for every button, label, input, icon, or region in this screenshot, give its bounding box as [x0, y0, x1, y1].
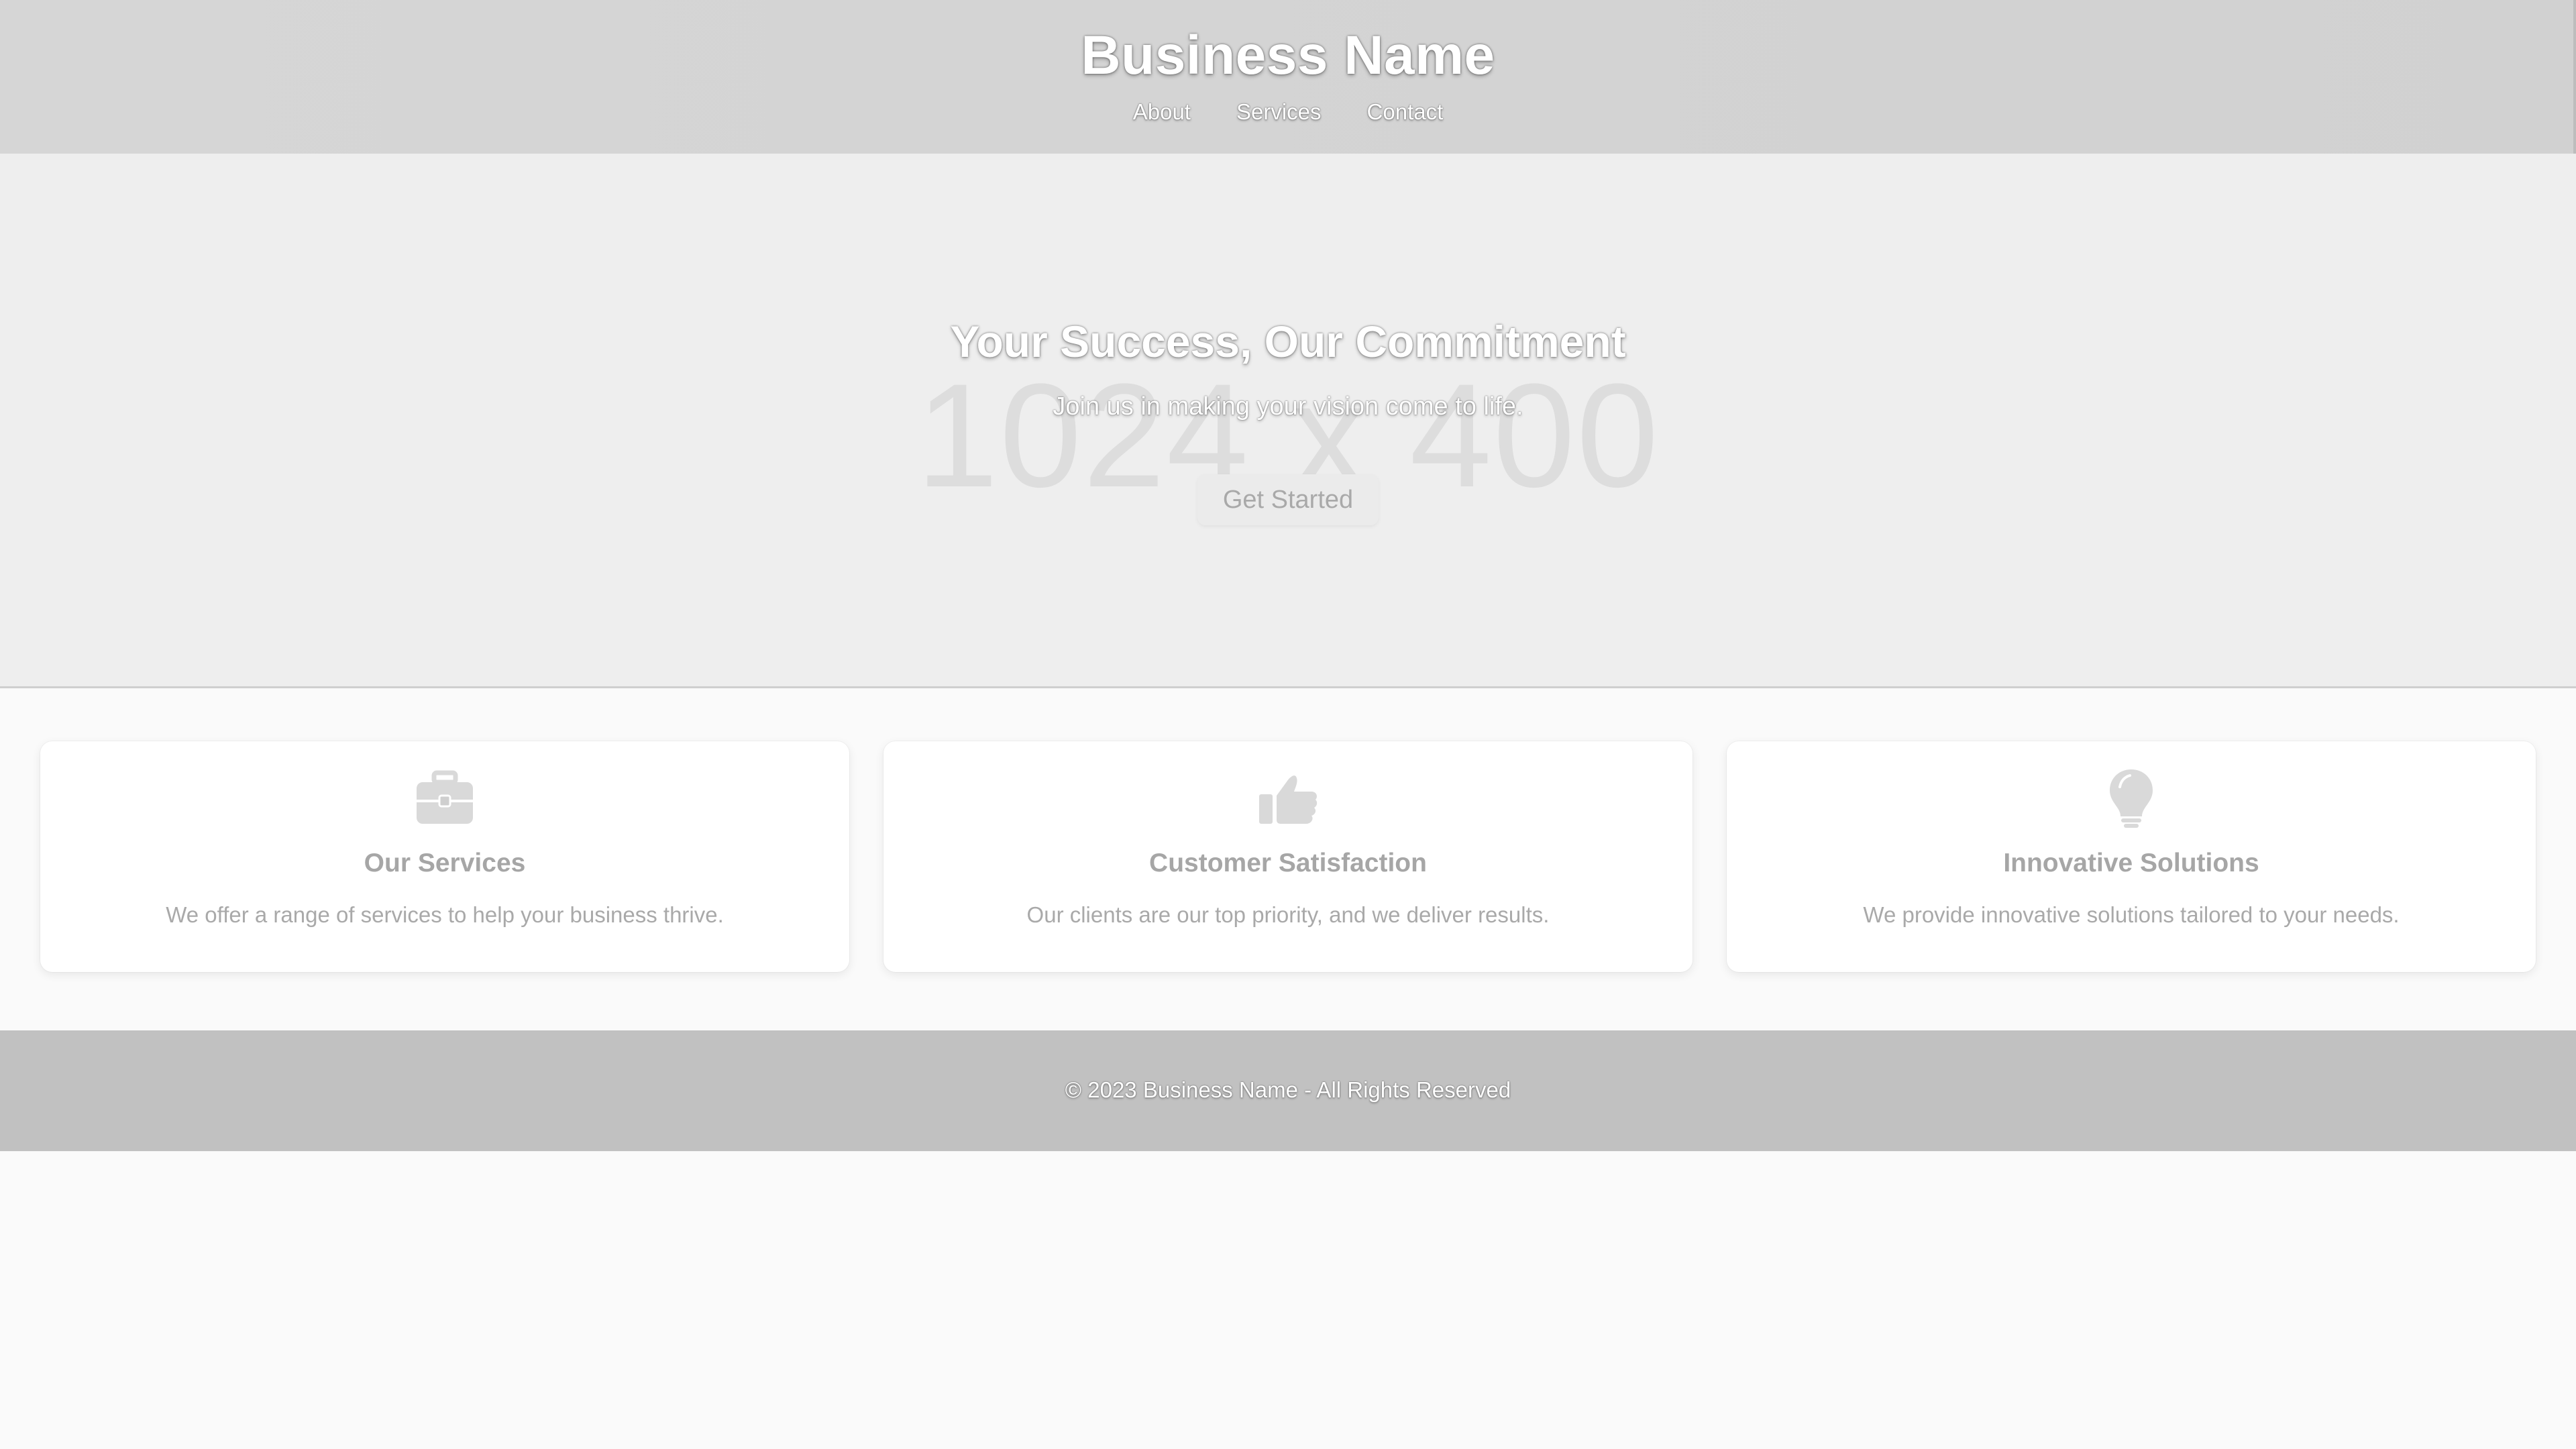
features-section: Our Services We offer a range of service… — [40, 741, 2536, 972]
feature-text: We provide innovative solutions tailored… — [1863, 902, 2400, 927]
feature-card-satisfaction: Customer Satisfaction Our clients are ou… — [883, 741, 1693, 972]
nav-services-link[interactable]: Services — [1236, 99, 1322, 125]
window-edge — [2573, 0, 2576, 154]
get-started-button[interactable]: Get Started — [1197, 474, 1379, 525]
feature-text: We offer a range of services to help you… — [166, 902, 724, 927]
copyright-text: © 2023 Business Name - All Rights Reserv… — [1065, 1077, 1511, 1102]
feature-card-services: Our Services We offer a range of service… — [40, 741, 849, 972]
nav-about-link[interactable]: About — [1133, 99, 1191, 125]
hero-subtitle: Join us in making your vision come to li… — [1053, 392, 1523, 421]
nav-contact-link[interactable]: Contact — [1367, 99, 1444, 125]
site-footer: © 2023 Business Name - All Rights Reserv… — [0, 1030, 2576, 1151]
feature-title: Innovative Solutions — [2003, 849, 2259, 877]
feature-text: Our clients are our top priority, and we… — [1026, 902, 1550, 927]
hero-section: 1024 x 400 Your Success, Our Commitment … — [0, 154, 2576, 688]
site-title[interactable]: Business Name — [0, 24, 2576, 87]
lightbulb-icon — [1727, 768, 2536, 828]
feature-title: Our Services — [364, 849, 526, 877]
thumbs-up-icon — [883, 768, 1693, 828]
main-nav: About Services Contact — [0, 99, 2576, 125]
feature-title: Customer Satisfaction — [1149, 849, 1427, 877]
briefcase-icon — [40, 768, 849, 828]
hero-title: Your Success, Our Commitment — [950, 317, 1626, 366]
feature-card-innovation: Innovative Solutions We provide innovati… — [1727, 741, 2536, 972]
site-header: Business Name About Services Contact — [0, 0, 2576, 154]
